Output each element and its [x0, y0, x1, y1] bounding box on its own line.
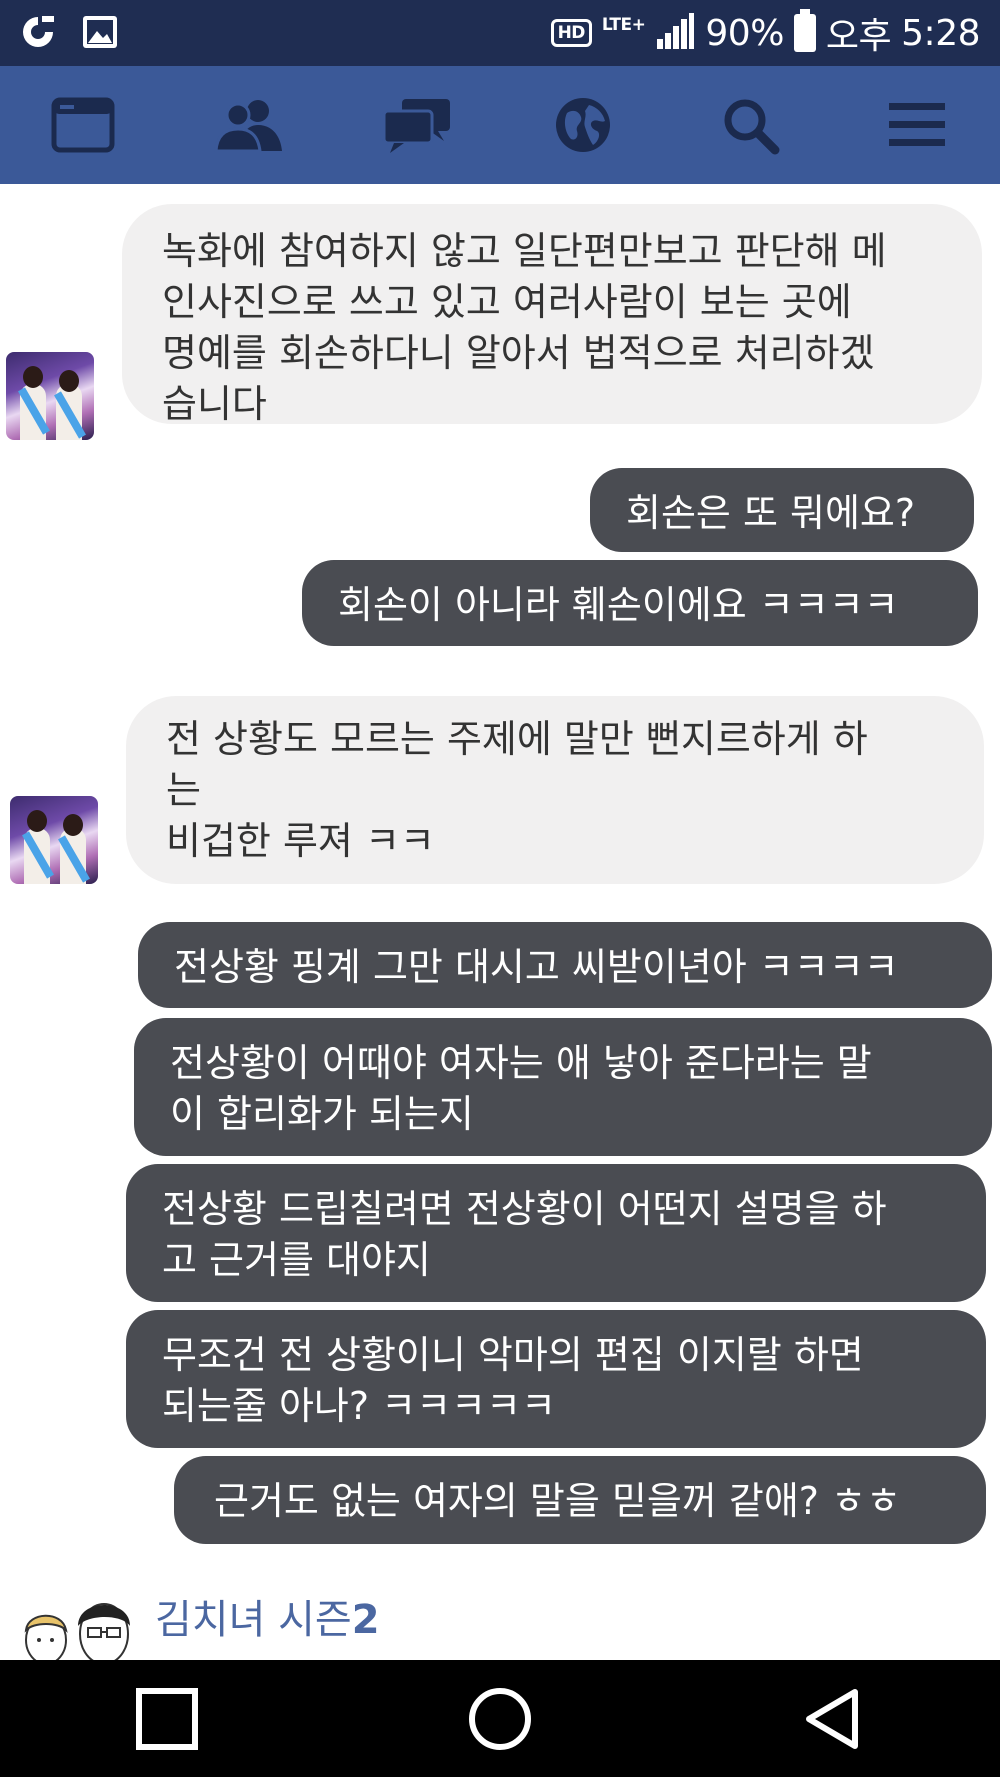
page-avatar[interactable] — [18, 1590, 138, 1665]
home-button[interactable] — [445, 1669, 555, 1769]
outgoing-message: 근거도 없는 여자의 말을 믿을꺼 같애? ㅎㅎ — [174, 1456, 986, 1544]
hd-voice-badge: HD — [550, 19, 592, 47]
news-feed-icon[interactable] — [38, 80, 128, 170]
clock: 5:28 — [901, 12, 980, 54]
sender-avatar[interactable] — [6, 352, 94, 440]
notifications-globe-icon[interactable] — [538, 80, 628, 170]
recent-apps-button[interactable] — [112, 1669, 222, 1769]
search-icon[interactable] — [705, 80, 795, 170]
status-right-icons: HD LTE+ 90% 오후 5:28 — [550, 8, 980, 58]
outgoing-message: 회손은 또 뭐에요? — [590, 468, 974, 552]
signal-icon — [655, 11, 695, 55]
page-name-text: 김치녀 시즌 — [155, 1597, 352, 1643]
menu-icon[interactable] — [872, 80, 962, 170]
outgoing-message: 회손이 아니라 훼손이에요 ㅋㅋㅋㅋ — [302, 560, 978, 646]
sender-avatar[interactable] — [10, 796, 98, 884]
incoming-message: 전 상황도 모르는 주제에 말만 뻔지르하게 하 는 비겁한 루져 ㅋㅋ — [126, 696, 984, 884]
status-left-icons — [18, 12, 120, 56]
friends-icon[interactable] — [205, 80, 295, 170]
page-name[interactable]: 김치녀 시즌2 — [155, 1587, 380, 1645]
incoming-message: 녹화에 참여하지 않고 일단편만보고 판단해 메 인사진으로 쓰고 있고 여러사… — [122, 204, 982, 426]
carrier-app-icon — [18, 12, 58, 56]
network-type: LTE+ — [601, 15, 646, 35]
outgoing-message: 전상황 핑계 그만 대시고 씨받이년아 ㅋㅋㅋㅋ — [138, 922, 992, 1008]
facebook-nav-bar — [0, 66, 1000, 184]
outgoing-message: 전상황 드립칠려면 전상황이 어떤지 설명을 하 고 근거를 대야지 — [126, 1164, 986, 1302]
battery-percent: 90% — [705, 12, 784, 54]
battery-icon — [793, 9, 816, 52]
outgoing-message: 전상황이 어때야 여자는 애 낳아 준다라는 말 이 합리화가 되는지 — [134, 1018, 992, 1156]
status-bar: HD LTE+ 90% 오후 5:28 — [0, 0, 1000, 66]
time-ampm: 오후 — [825, 16, 892, 57]
back-button[interactable] — [778, 1669, 888, 1769]
page-name-season-number: 2 — [351, 1597, 380, 1643]
outgoing-message: 무조건 전 상황이니 악마의 편집 이지랄 하면 되는줄 아나? ㅋㅋㅋㅋㅋ — [126, 1310, 986, 1448]
gallery-notification-icon — [80, 12, 120, 56]
android-nav-bar — [0, 1660, 1000, 1777]
message-thread: 녹화에 참여하지 않고 일단편만보고 판단해 메 인사진으로 쓰고 있고 여러사… — [0, 184, 1000, 1660]
messages-icon[interactable] — [372, 80, 462, 170]
